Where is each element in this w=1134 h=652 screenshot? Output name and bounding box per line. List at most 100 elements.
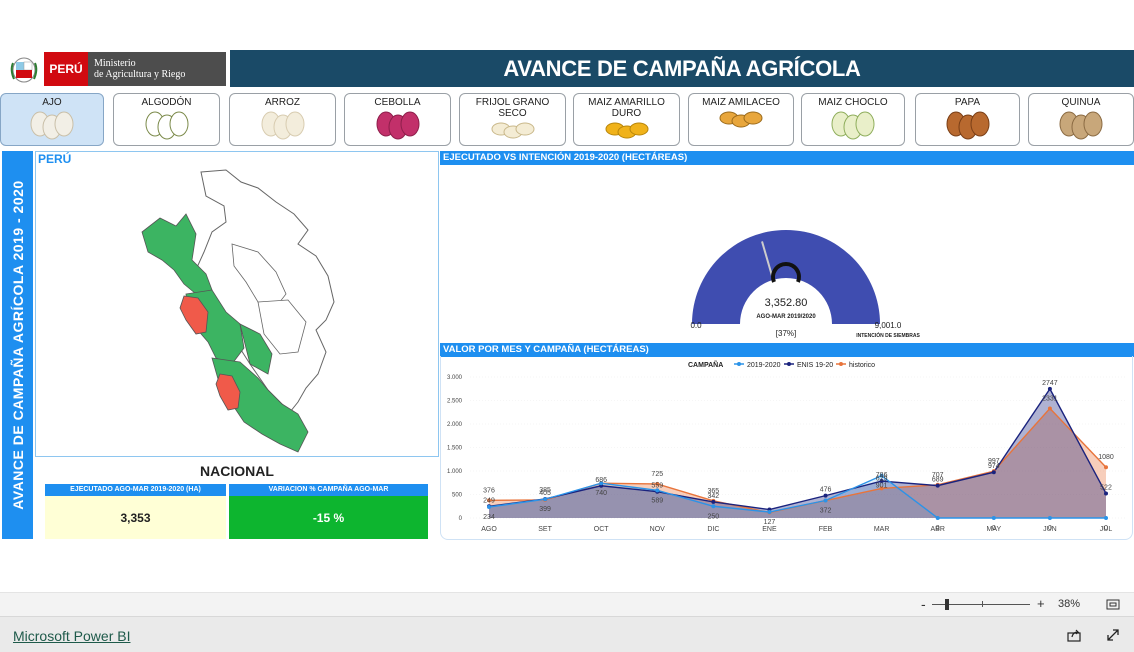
data-label: 385 <box>539 487 551 494</box>
x-tick-label: AGO <box>481 526 497 533</box>
garlic-icon <box>30 111 74 140</box>
series-point <box>823 493 828 498</box>
crop-label: ARROZ <box>265 97 300 108</box>
legend-marker <box>737 362 741 366</box>
starchy-corn-icon <box>719 111 763 128</box>
campaign-banner: AVANCE DE CAMPAÑA AGRÍCOLA 2019 - 2020 <box>2 151 33 539</box>
data-label: 127 <box>764 519 776 526</box>
crop-button-1[interactable]: ALGODÓN <box>113 93 220 146</box>
zoom-in-button[interactable]: + <box>1037 596 1045 611</box>
crop-label: FRIJOL GRANO SECO <box>475 97 550 119</box>
legend-label: historico <box>849 362 875 369</box>
cotton-icon <box>145 111 188 140</box>
quinoa-icon <box>1059 111 1103 140</box>
zoom-out-button[interactable]: - <box>921 596 926 612</box>
crop-label: MAIZ CHOCLO <box>818 97 888 108</box>
series-areas <box>489 388 1106 518</box>
y-tick-label: 1.000 <box>447 469 463 475</box>
gauge-fill <box>692 230 880 324</box>
x-tick-label: ENE <box>762 526 777 533</box>
gauge-header: EJECUTADO VS INTENCIÓN 2019-2020 (HECTÁR… <box>440 151 1134 165</box>
data-label: 901 <box>876 483 888 490</box>
x-tick-label: JUN <box>1043 526 1057 533</box>
data-label: 522 <box>1100 484 1112 491</box>
power-bi-link[interactable]: Microsoft Power BI <box>13 628 130 644</box>
zoom-slider-thumb[interactable] <box>945 599 949 610</box>
x-tick-label: MAR <box>874 526 890 533</box>
nacional-label: NACIONAL <box>200 463 274 479</box>
x-tick-label: NOV <box>650 526 666 533</box>
crop-button-8[interactable]: PAPA <box>915 93 1020 146</box>
crop-button-2[interactable]: ARROZ <box>229 93 336 146</box>
campaign-banner-text: AVANCE DE CAMPAÑA AGRÍCOLA 2019 - 2020 <box>9 180 26 510</box>
map-title: PERÚ <box>38 152 72 166</box>
data-label: 399 <box>539 506 551 513</box>
corn-cob-icon <box>831 111 875 140</box>
potato-icon <box>946 111 989 140</box>
crop-button-3[interactable]: CEBOLLA <box>344 93 451 146</box>
data-label: 629 <box>876 475 888 482</box>
region-north-green[interactable] <box>141 213 213 295</box>
share-icon[interactable] <box>1067 628 1082 642</box>
y-tick-label: 1.500 <box>447 446 463 452</box>
crop-label: MAIZ AMARILLO DURO <box>588 97 665 119</box>
fit-page-icon[interactable] <box>1106 599 1120 610</box>
series-point <box>543 497 548 502</box>
data-label: 589 <box>651 497 663 504</box>
y-tick-label: 2.500 <box>447 399 463 405</box>
rice-icon <box>261 111 304 140</box>
ministry-name: Ministerio de Agricultura y Riego <box>88 52 226 86</box>
series-point <box>487 505 491 510</box>
crop-label: AJO <box>42 97 62 108</box>
crop-button-7[interactable]: MAIZ CHOCLO <box>801 93 905 146</box>
monthly-area-chart[interactable]: CAMPAÑA 2019-2020 ENIS 19-20 historico 3.00… <box>440 357 1133 539</box>
data-label: 2747 <box>1042 380 1058 387</box>
x-axis: AGO SET OCT NOV DIC ENE FEB MAR ABR MAY JUN JUL <box>481 526 1112 533</box>
crop-button-9[interactable]: QUINUA <box>1028 93 1134 146</box>
map-panel[interactable] <box>35 151 439 457</box>
gauge-min: 0.0 <box>690 321 702 330</box>
crop-label: ALGODÓN <box>141 97 192 108</box>
crop-button-4[interactable]: FRIJOL GRANO SECO <box>459 93 566 146</box>
data-label: 725 <box>651 471 663 478</box>
peru-map[interactable] <box>36 152 438 456</box>
y-tick-label: 500 <box>452 493 463 499</box>
ministry-line-1: Ministerio <box>94 58 136 69</box>
gauge-value: 3,352.80 <box>765 297 808 309</box>
gauge-max-sub: INTENCIÓN DE SIEMBRAS <box>856 331 920 339</box>
x-tick-label: MAY <box>986 526 1001 533</box>
data-label: 740 <box>595 490 607 497</box>
data-label: 249 <box>483 497 495 504</box>
series-point <box>1104 465 1108 470</box>
series-point <box>823 498 828 503</box>
data-label: 250 <box>708 513 720 520</box>
legend-marker <box>839 362 843 366</box>
series-point <box>991 516 996 520</box>
legend-label: 2019-2020 <box>747 362 781 369</box>
gauge-percent: [37%] <box>776 329 796 338</box>
coat-of-arms-icon <box>10 57 38 83</box>
x-tick-label: DIC <box>707 526 719 533</box>
crop-button-5[interactable]: MAIZ AMARILLO DURO <box>573 93 680 146</box>
kpi-variation-label: VARIACION % CAMPAÑA AGO-MAR <box>229 484 428 496</box>
series-point <box>711 499 716 504</box>
x-tick-label: JUL <box>1100 526 1113 533</box>
series-point <box>1047 516 1052 520</box>
legend-title: CAMPAÑA <box>688 360 723 369</box>
fullscreen-icon[interactable] <box>1106 628 1120 642</box>
x-tick-label: FEB <box>819 526 833 533</box>
zoom-slider-tick <box>982 601 983 607</box>
x-tick-label: OCT <box>594 526 610 533</box>
y-tick-label: 3.000 <box>447 375 463 381</box>
series-point <box>1104 491 1108 496</box>
gauge-chart[interactable]: 3,352.80 AGO-MAR 2019/2020 [37%] 0.0 9,0… <box>440 166 1134 342</box>
series-point <box>1047 386 1052 391</box>
y-tick-label: 2.000 <box>447 422 463 428</box>
crop-button-6[interactable]: MAIZ AMILACEO <box>688 93 794 146</box>
beans-icon <box>491 122 534 139</box>
x-tick-label: SET <box>538 526 552 533</box>
crop-button-0[interactable]: AJO <box>0 93 104 146</box>
data-label: 2331 <box>1042 395 1058 402</box>
crop-label: CEBOLLA <box>374 97 421 108</box>
legend-marker <box>787 362 791 366</box>
